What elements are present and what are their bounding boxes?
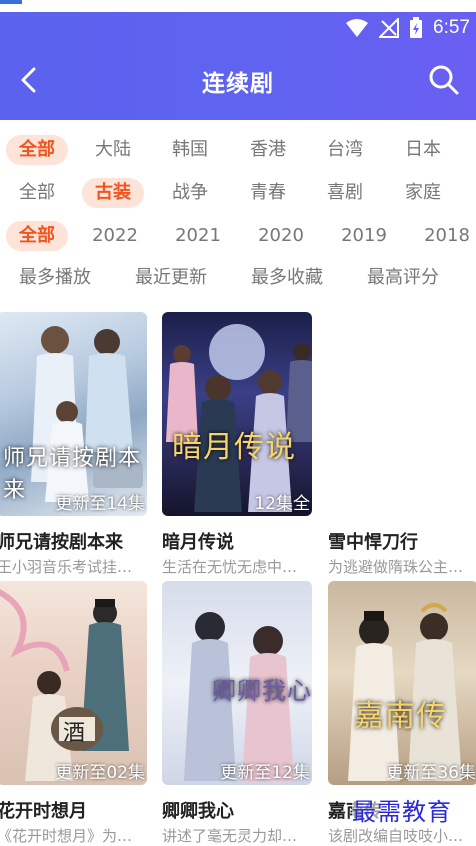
drama-description: 为逃避做隋珠公主… [328,558,464,576]
year-chip-2020[interactable]: 2020 [248,221,314,251]
drama-title: 卿卿我心 [162,801,234,822]
search-icon[interactable] [426,62,462,98]
wifi-icon [346,19,369,37]
genre-chip-war[interactable]: 战争 [159,178,221,208]
year-chip-2019[interactable]: 2019 [331,221,397,251]
drama-card[interactable]: 雪中悍刀行 为逃避做隋珠公主… [328,312,476,576]
episode-badge: 更新至14集 [55,494,145,514]
year-chip-2018[interactable]: 2018 [414,221,476,251]
region-chip-japan[interactable]: 日本 [392,135,454,165]
poster-title-art: 暗月传说 [172,430,296,465]
drama-description: 该剧改编自吱吱小… [328,827,464,845]
episode-badge: 12集全 [254,494,310,514]
genre-chip-comedy[interactable]: 喜剧 [314,178,376,208]
sort-chip-most-played[interactable]: 最多播放 [12,263,98,293]
year-chip-all[interactable]: 全部 [6,221,68,251]
drama-title: 雪中悍刀行 [328,532,418,553]
drama-poster[interactable]: 暗月传说 12集全 [162,312,312,516]
signal-icon [379,18,400,38]
drama-description: 生活在无忧无虑中… [162,558,298,576]
status-bar: 6:57 [345,14,470,42]
top-strip-mark [0,0,22,4]
poster-title-art: 嘉南传 [354,699,447,734]
app-header: 6:57 连续剧 [0,12,476,120]
drama-card[interactable]: 嘉南传 更新至36集 嘉南传 该剧改编自吱吱小… [328,581,476,845]
drama-title: 花开时想月 [0,801,87,822]
drama-description: 王小羽音乐考试挂… [0,558,133,576]
filter-row-genre: 全部 古装 战争 青春 喜剧 家庭 [0,176,476,210]
drama-card[interactable]: 暗月传说 12集全 暗月传说 生活在无忧无虑中… [162,312,312,576]
status-time: 6:57 [433,17,470,38]
drama-poster[interactable]: 师兄请按剧本来 更新至14集 [0,312,147,516]
watermark: 最需教育 [352,792,452,827]
year-chip-2022[interactable]: 2022 [82,221,148,251]
episode-badge: 更新至02集 [55,763,145,783]
drama-poster[interactable]: 嘉南传 更新至36集 [328,581,476,785]
drama-title: 师兄请按剧本来 [0,532,123,553]
episode-badge: 更新至12集 [220,763,310,783]
sort-chip-most-favorited[interactable]: 最多收藏 [244,263,330,293]
sort-chip-highest-rated[interactable]: 最高评分 [360,263,446,293]
genre-chip-family[interactable]: 家庭 [392,178,454,208]
genre-chip-all[interactable]: 全部 [6,178,68,208]
filter-row-year: 全部 2022 2021 2020 2019 2018 [0,219,476,253]
region-chip-all[interactable]: 全部 [6,135,68,165]
poster-title-art: 卿卿我心 [212,677,312,705]
drama-description: 《花开时想月》为… [0,827,133,845]
poster-title-art: 酒 [63,721,87,746]
drama-description: 讲述了毫无灵力却… [162,827,298,845]
drama-card[interactable]: 师兄请按剧本来 更新至14集 师兄请按剧本来 王小羽音乐考试挂… [0,312,147,576]
filter-row-region: 全部 大陆 韩国 香港 台湾 日本 [0,133,476,167]
region-chip-mainland[interactable]: 大陆 [82,135,144,165]
episode-badge: 更新至36集 [386,763,476,783]
sort-chip-recently-updated[interactable]: 最近更新 [128,263,214,293]
drama-card[interactable]: 卿卿我心 更新至12集 卿卿我心 讲述了毫无灵力却… [162,581,312,845]
year-chip-2021[interactable]: 2021 [165,221,231,251]
filter-row-sort: 最多播放 最近更新 最多收藏 最高评分 [0,261,476,295]
drama-title: 暗月传说 [162,532,234,553]
drama-poster[interactable]: 酒 更新至02集 [0,581,147,785]
page-title: 连续剧 [202,71,274,97]
drama-poster[interactable]: 卿卿我心 更新至12集 [162,581,312,785]
genre-chip-youth[interactable]: 青春 [237,178,299,208]
region-chip-taiwan[interactable]: 台湾 [314,135,376,165]
battery-charging-icon [410,17,423,38]
drama-card[interactable]: 酒 更新至02集 花开时想月 《花开时想月》为… [0,581,147,845]
top-strip [0,0,476,12]
region-chip-hongkong[interactable]: 香港 [237,135,299,165]
genre-chip-costume[interactable]: 古装 [82,178,144,208]
region-chip-korea[interactable]: 韩国 [159,135,221,165]
drama-poster-empty[interactable] [328,312,476,516]
